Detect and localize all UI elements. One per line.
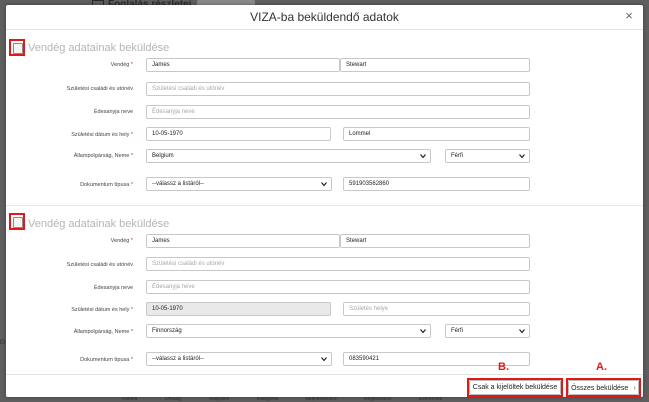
citizenship-value: Belgium <box>152 153 174 159</box>
label-text: Születési dátum és hely <box>71 132 130 138</box>
label-birth-name: Születési családi és utónév <box>66 86 133 92</box>
last-name-field[interactable]: Stewart <box>340 234 530 248</box>
chevron-down-icon <box>321 182 327 187</box>
label-text: Vendég <box>110 62 130 68</box>
viza-modal: VIZA-ba beküldendő adatok × Vendég adata… <box>6 5 643 397</box>
send-selected-button[interactable]: Csak a kijelöltek beküldése <box>469 380 561 395</box>
birth-date-field: 10-05-1970 <box>146 302 331 316</box>
label-birth-name: Születési családi és utónév <box>66 262 133 268</box>
label-birth: Születési dátum és hely * <box>71 307 133 313</box>
birth-name-field[interactable]: Születési családi és utónév <box>146 257 530 271</box>
highlight-checkbox-2 <box>9 213 25 230</box>
background-left-label: El <box>0 340 6 346</box>
modal-title: VIZA-ba beküldendő adatok <box>250 10 399 24</box>
gender-select[interactable]: Férfi <box>445 324 530 338</box>
chevron-down-icon <box>420 329 426 334</box>
label-text: Dokumentum típusa <box>80 357 130 363</box>
first-name-field[interactable]: James <box>146 234 340 248</box>
label-citizenship: Állampolgárság, Neme * <box>73 153 133 159</box>
chevron-down-icon <box>519 329 525 334</box>
last-name-field[interactable]: Stewart <box>340 58 530 72</box>
marker-b: B. <box>498 361 509 373</box>
section-title: Vendég adatainak beküldése <box>28 218 170 230</box>
label-doc-type: Dokumentum típusa * <box>80 182 133 188</box>
chevron-down-icon <box>519 154 525 159</box>
birth-name-field[interactable]: Születési családi és utónév <box>146 82 530 96</box>
citizenship-value: Finnország <box>152 328 182 334</box>
label-text: Vendég <box>110 238 130 244</box>
guest-section-2: Vendég adatainak beküldése Vendég * Jame… <box>6 205 643 376</box>
guest-section-1: Vendég adatainak beküldése Vendég * Jame… <box>6 30 643 205</box>
doc-type-select[interactable]: --válassz a listáról-- <box>146 177 332 191</box>
doc-type-value: --válassz a listáról-- <box>152 181 205 187</box>
mother-name-field[interactable]: Édesanyja neve <box>146 105 530 119</box>
chevron-down-icon <box>321 357 327 362</box>
mother-name-field[interactable]: Édesanyja neve <box>146 280 530 294</box>
label-doc-type: Dokumentum típusa * <box>80 357 133 363</box>
label-mother-name: Édesanyja neve <box>93 285 133 291</box>
birth-place-field[interactable]: Születés helye <box>343 302 530 316</box>
first-name-field[interactable]: James <box>146 58 340 72</box>
guest-1-checkbox[interactable] <box>13 43 23 54</box>
birth-date-field[interactable]: 10-05-1970 <box>146 127 331 141</box>
send-all-label: Összes beküldése <box>571 385 629 392</box>
label-text: Születési dátum és hely <box>71 307 130 313</box>
chevron-right-icon: › <box>633 383 636 392</box>
gender-value: Férfi <box>451 328 463 334</box>
gender-select[interactable]: Férfi <box>445 149 530 163</box>
chevron-down-icon <box>420 154 426 159</box>
birth-place-field[interactable]: Lommel <box>343 127 530 141</box>
label-mother-name: Édesanyja neve <box>93 109 133 115</box>
section-title: Vendég adatainak beküldése <box>28 42 170 54</box>
label-guest: Vendég * <box>110 62 133 68</box>
citizenship-select[interactable]: Finnország <box>146 324 431 338</box>
doc-number-field[interactable]: 591903562860 <box>343 177 530 191</box>
modal-header: VIZA-ba beküldendő adatok × <box>6 5 643 30</box>
gender-value: Férfi <box>451 153 463 159</box>
doc-type-select[interactable]: --válassz a listáról-- <box>146 352 332 366</box>
label-text: Dokumentum típusa <box>80 182 130 188</box>
label-birth: Születési dátum és hely * <box>71 132 133 138</box>
label-text: Állampolgárság, Neme <box>73 329 130 335</box>
label-citizenship: Állampolgárság, Neme * <box>73 329 133 335</box>
marker-a: A. <box>596 361 607 373</box>
label-text: Állampolgárság, Neme <box>73 153 130 159</box>
send-all-button[interactable]: Összes beküldése › <box>568 380 639 395</box>
citizenship-select[interactable]: Belgium <box>146 149 431 163</box>
label-guest: Vendég * <box>110 238 133 244</box>
highlight-checkbox-1 <box>9 39 25 56</box>
doc-type-value: --válassz a listáról-- <box>152 356 205 362</box>
guest-2-checkbox[interactable] <box>13 217 23 228</box>
close-icon[interactable]: × <box>622 9 636 23</box>
modal-footer: B. A. Csak a kijelöltek beküldése Összes… <box>6 361 643 397</box>
